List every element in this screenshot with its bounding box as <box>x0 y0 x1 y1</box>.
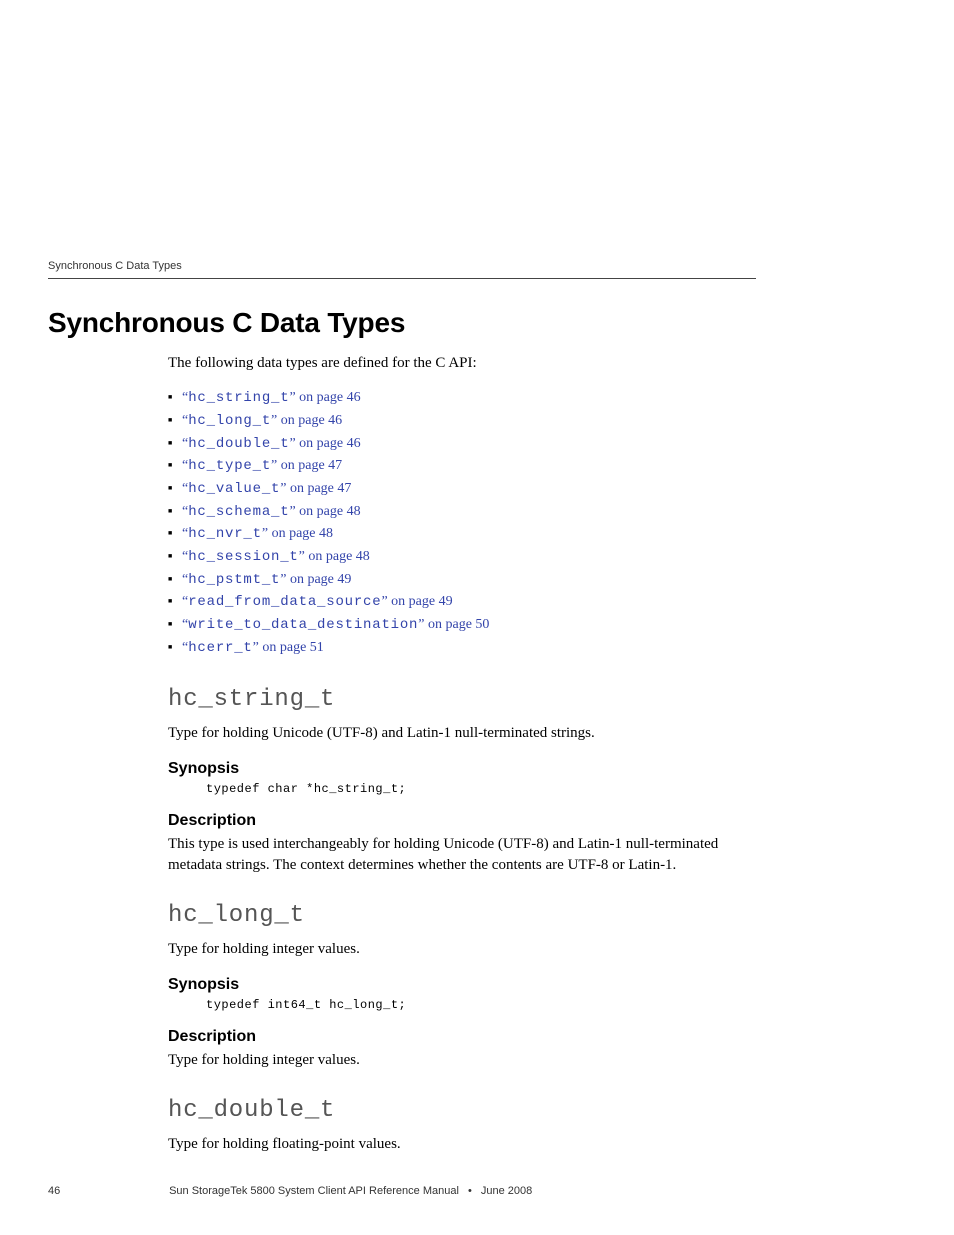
link-code: hc_pstmt_t <box>188 572 280 588</box>
reference-link[interactable]: “hc_type_t” on page 47 <box>182 458 342 473</box>
reference-list-item: “hc_type_t” on page 47 <box>168 455 756 478</box>
link-code: hc_string_t <box>188 390 289 406</box>
link-page-ref: on page 46 <box>296 390 361 405</box>
link-page-ref: on page 46 <box>296 436 361 451</box>
reference-list-item: “read_from_data_source” on page 49 <box>168 591 756 614</box>
synopsis-heading: Synopsis <box>168 976 756 994</box>
reference-list-item: “write_to_data_destination” on page 50 <box>168 614 756 637</box>
link-page-ref: on page 51 <box>259 640 324 655</box>
footer-date: June 2008 <box>481 1185 532 1197</box>
reference-list-item: “hcerr_t” on page 51 <box>168 637 756 660</box>
link-code: hc_schema_t <box>188 504 289 520</box>
reference-link[interactable]: “read_from_data_source” on page 49 <box>182 594 453 609</box>
link-page-ref: on page 46 <box>277 413 342 428</box>
intro-text: The following data types are defined for… <box>168 353 756 373</box>
heading-hc-string-t: hc_string_t <box>168 686 756 713</box>
reference-list-item: “hc_value_t” on page 47 <box>168 478 756 501</box>
link-code: hc_long_t <box>188 413 271 429</box>
reference-link[interactable]: “hc_string_t” on page 46 <box>182 390 361 405</box>
reference-link[interactable]: “hc_pstmt_t” on page 49 <box>182 572 351 587</box>
link-page-ref: on page 49 <box>286 572 351 587</box>
footer-separator: • <box>468 1185 472 1197</box>
link-page-ref: on page 48 <box>268 526 333 541</box>
summary-hc-long-t: Type for holding integer values. <box>168 939 756 960</box>
link-page-ref: on page 47 <box>286 481 351 496</box>
heading-hc-long-t: hc_long_t <box>168 902 756 929</box>
link-code: hc_double_t <box>188 436 289 452</box>
page-title: Synchronous C Data Types <box>48 307 756 339</box>
summary-hc-double-t: Type for holding floating-point values. <box>168 1134 756 1155</box>
code-hc-string-t: typedef char *hc_string_t; <box>206 782 756 796</box>
reference-list-item: “hc_nvr_t” on page 48 <box>168 523 756 546</box>
link-code: hc_nvr_t <box>188 526 262 542</box>
summary-hc-string-t: Type for holding Unicode (UTF-8) and Lat… <box>168 723 756 744</box>
link-code: hc_session_t <box>188 549 298 565</box>
reference-link[interactable]: “hc_nvr_t” on page 48 <box>182 526 333 541</box>
link-code: hcerr_t <box>188 640 252 656</box>
reference-list: “hc_string_t” on page 46 “hc_long_t” on p… <box>168 387 756 659</box>
link-code: hc_value_t <box>188 481 280 497</box>
page-footer: 46 Sun StorageTek 5800 System Client API… <box>48 1185 854 1197</box>
code-hc-long-t: typedef int64_t hc_long_t; <box>206 998 756 1012</box>
reference-link[interactable]: “hcerr_t” on page 51 <box>182 640 324 655</box>
reference-link[interactable]: “hc_long_t” on page 46 <box>182 413 342 428</box>
reference-list-item: “hc_schema_t” on page 48 <box>168 501 756 524</box>
reference-list-item: “hc_long_t” on page 46 <box>168 410 756 433</box>
description-hc-string-t: This type is used interchangeably for ho… <box>168 834 756 876</box>
reference-link[interactable]: “hc_schema_t” on page 48 <box>182 504 361 519</box>
running-header: Synchronous C Data Types <box>48 260 756 279</box>
link-page-ref: on page 47 <box>277 458 342 473</box>
reference-link[interactable]: “hc_session_t” on page 48 <box>182 549 370 564</box>
main-content: The following data types are defined for… <box>168 353 756 1155</box>
description-hc-long-t: Type for holding integer values. <box>168 1050 756 1071</box>
link-code: hc_type_t <box>188 458 271 474</box>
synopsis-heading: Synopsis <box>168 760 756 778</box>
link-code: read_from_data_source <box>188 594 381 610</box>
footer-doc-title: Sun StorageTek 5800 System Client API Re… <box>169 1185 459 1197</box>
link-page-ref: on page 48 <box>296 504 361 519</box>
heading-hc-double-t: hc_double_t <box>168 1097 756 1124</box>
reference-list-item: “hc_pstmt_t” on page 49 <box>168 569 756 592</box>
page-number: 46 <box>48 1185 166 1197</box>
description-heading: Description <box>168 812 756 830</box>
link-page-ref: on page 50 <box>424 617 489 632</box>
link-code: write_to_data_destination <box>188 617 418 633</box>
reference-list-item: “hc_double_t” on page 46 <box>168 433 756 456</box>
link-page-ref: on page 49 <box>388 594 453 609</box>
description-heading: Description <box>168 1028 756 1046</box>
reference-link[interactable]: “hc_double_t” on page 46 <box>182 436 361 451</box>
reference-link[interactable]: “write_to_data_destination” on page 50 <box>182 617 489 632</box>
reference-link[interactable]: “hc_value_t” on page 47 <box>182 481 351 496</box>
reference-list-item: “hc_session_t” on page 48 <box>168 546 756 569</box>
link-page-ref: on page 48 <box>305 549 370 564</box>
reference-list-item: “hc_string_t” on page 46 <box>168 387 756 410</box>
